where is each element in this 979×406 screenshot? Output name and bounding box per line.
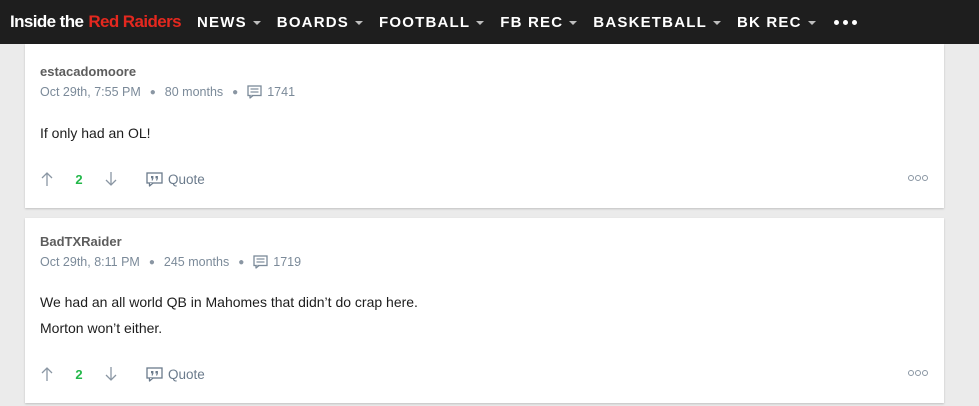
nav-item-label: BK REC: [736, 13, 802, 31]
dot-shape: [908, 175, 914, 181]
separator-dot: ●: [149, 86, 156, 98]
post-body-line: We had an all world QB in Mahomes that d…: [40, 294, 418, 310]
downvote-button[interactable]: [104, 366, 118, 382]
forum-post: estacadomoore Oct 29th, 7:55 PM ● 80 mon…: [25, 44, 944, 208]
chevron-down-icon: [476, 20, 485, 25]
chevron-down-icon: [252, 20, 261, 25]
quote-button[interactable]: Quote: [146, 367, 205, 382]
chevron-down-icon: [354, 20, 363, 25]
arrow-up-icon: [41, 172, 53, 186]
post-date[interactable]: Oct 29th, 7:55 PM: [40, 85, 141, 99]
chevron-down-icon: [807, 20, 816, 25]
quote-icon: [146, 366, 163, 382]
post-author[interactable]: BadTXRaider: [40, 234, 122, 249]
nav-item-football[interactable]: FOOTBALL: [378, 13, 485, 31]
post-actions: 2 Quote: [40, 364, 205, 384]
post-count[interactable]: 1741: [247, 85, 295, 99]
dot-shape: [922, 175, 928, 181]
forum-post: BadTXRaider Oct 29th, 8:11 PM ● 245 mont…: [25, 218, 944, 403]
member-tenure: 80 months: [164, 85, 224, 99]
nav-item-news[interactable]: NEWS: [197, 14, 261, 31]
quote-icon: [146, 171, 163, 187]
vote-score: 2: [75, 366, 83, 382]
upvote-button[interactable]: [40, 366, 54, 382]
chevron-down-icon: [712, 20, 721, 25]
nav-item-label: NEWS: [196, 13, 247, 31]
main-nav: NEWS BOARDS FOOTBALL FB REC BASKETBALL B…: [197, 0, 857, 44]
dot-shape: [833, 19, 839, 25]
post-options-icon[interactable]: [908, 175, 928, 181]
nav-item-fb-rec[interactable]: FB REC: [500, 13, 578, 31]
member-tenure: 245 months: [163, 255, 230, 269]
nav-item-label: FB REC: [500, 13, 564, 31]
downvote-button[interactable]: [104, 171, 118, 187]
post-author[interactable]: estacadomoore: [40, 64, 136, 79]
post-count[interactable]: 1719: [253, 255, 301, 269]
message-icon: [247, 85, 262, 99]
nav-item-basketball[interactable]: BASKETBALL: [593, 14, 721, 31]
dot-shape: [922, 370, 928, 376]
quote-label: Quote: [168, 366, 205, 382]
top-navigation-bar: Inside the Red Raiders NEWS BOARDS FOOTB…: [0, 0, 979, 44]
dot-shape: [915, 370, 921, 376]
nav-item-label: BOARDS: [276, 13, 349, 31]
post-options-icon[interactable]: [908, 370, 928, 376]
dot-shape: [842, 19, 848, 25]
nav-item-label: FOOTBALL: [378, 13, 471, 31]
site-logo[interactable]: Inside the Red Raiders: [10, 12, 182, 32]
more-menu-icon[interactable]: [833, 19, 857, 25]
message-icon: [253, 255, 268, 269]
post-meta: Oct 29th, 7:55 PM ● 80 months ● 1741: [40, 85, 295, 99]
nav-item-bk-rec[interactable]: BK REC: [737, 14, 816, 31]
dot-shape: [915, 175, 921, 181]
dot-shape: [908, 370, 914, 376]
nav-item-label: BASKETBALL: [593, 13, 707, 31]
nav-item-boards[interactable]: BOARDS: [277, 14, 363, 31]
post-actions: 2 Quote: [40, 169, 205, 189]
upvote-button[interactable]: [40, 171, 54, 187]
arrow-up-icon: [41, 367, 53, 381]
post-body: If only had an OL!: [40, 120, 151, 146]
separator-dot: ●: [148, 256, 155, 268]
post-body: We had an all world QB in Mahomes that d…: [40, 289, 418, 341]
dot-shape: [851, 19, 857, 25]
arrow-down-icon: [105, 367, 117, 381]
quote-button[interactable]: Quote: [146, 172, 205, 187]
post-count-value: 1741: [267, 85, 296, 99]
arrow-down-icon: [105, 172, 117, 186]
post-body-line: Morton won’t either.: [40, 320, 163, 336]
post-date[interactable]: Oct 29th, 8:11 PM: [40, 255, 140, 269]
logo-text-accent: Red Raiders: [88, 12, 181, 31]
vote-score: 2: [75, 171, 83, 187]
logo-text-primary: Inside the: [10, 12, 84, 31]
separator-dot: ●: [238, 256, 245, 268]
chevron-down-icon: [569, 20, 578, 25]
post-count-value: 1719: [273, 255, 302, 269]
post-body-line: If only had an OL!: [40, 125, 151, 141]
separator-dot: ●: [232, 86, 239, 98]
post-meta: Oct 29th, 8:11 PM ● 245 months ● 1719: [40, 255, 301, 269]
quote-label: Quote: [168, 171, 205, 187]
